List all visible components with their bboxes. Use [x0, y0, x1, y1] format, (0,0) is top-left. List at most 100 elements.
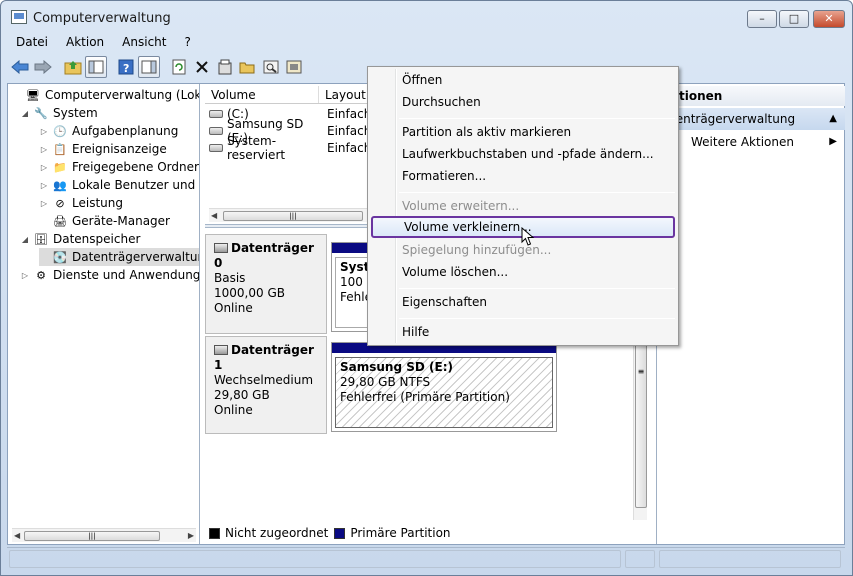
- actions-section-header[interactable]: tenträgerverwaltung ▲: [657, 108, 845, 130]
- tree-twisty[interactable]: ▷: [39, 181, 49, 190]
- partition-size: 29,80 GB NTFS: [340, 375, 431, 389]
- menu-item-formatieren[interactable]: Formatieren...: [371, 165, 675, 187]
- computer-management-icon: [11, 10, 27, 24]
- tree-item-geraete-manager[interactable]: 🖨 Geräte-Manager: [39, 212, 170, 230]
- menu-item-eigenschaften[interactable]: Eigenschaften: [371, 291, 675, 313]
- status-bar: [7, 547, 845, 569]
- tree-twisty[interactable]: ◢: [20, 235, 30, 244]
- tree-item-datenspeicher[interactable]: ◢ 🗄 Datenspeicher: [20, 230, 140, 248]
- collapse-up-icon[interactable]: ▲: [829, 108, 837, 130]
- disk-1-partition[interactable]: Samsung SD (E:) 29,80 GB NTFS Fehlerfrei…: [331, 342, 557, 432]
- column-header-volume[interactable]: Volume: [205, 86, 319, 103]
- menu-datei[interactable]: Datei: [7, 33, 57, 53]
- scrollbar-thumb[interactable]: |||: [223, 211, 363, 221]
- legend-label: Primäre Partition: [350, 526, 451, 540]
- menu-item-volume-loeschen[interactable]: Volume löschen...: [371, 261, 675, 283]
- tree-twisty[interactable]: ▷: [39, 163, 49, 172]
- delete-icon[interactable]: [191, 56, 213, 78]
- toolbar: ?: [9, 55, 306, 79]
- actions-section-label: tenträgerverwaltung: [671, 112, 796, 126]
- forward-arrow-icon[interactable]: [32, 56, 54, 78]
- tree-item-computerverwaltung[interactable]: 🖥 Computerverwaltung (Lokal): [12, 86, 199, 104]
- status-segment: [659, 550, 841, 568]
- tree-twisty[interactable]: ◢: [20, 109, 30, 118]
- menu-item-laufwerkbuchstaben[interactable]: Laufwerkbuchstaben und -pfade ändern...: [371, 143, 675, 165]
- menu-item-durchsuchen[interactable]: Durchsuchen: [371, 91, 675, 113]
- search-icon[interactable]: [260, 56, 282, 78]
- window-title: Computerverwaltung: [33, 11, 171, 26]
- partition-status: Fehlerfrei (Primäre Partition): [340, 390, 510, 404]
- tree-item-datentraegerverwaltung[interactable]: 💽 Datenträgerverwaltung: [39, 248, 200, 266]
- scroll-right-icon[interactable]: ▶: [188, 529, 194, 543]
- tree-item-label: Datenspeicher: [53, 232, 141, 246]
- menu-item-hilfe[interactable]: Hilfe: [371, 321, 675, 343]
- tree-item-label: Datenträgerverwaltung: [72, 250, 200, 264]
- computer-icon: 🖥: [26, 88, 40, 102]
- partition-details: Samsung SD (E:) 29,80 GB NTFS Fehlerfrei…: [335, 357, 553, 428]
- status-segment: [9, 550, 621, 568]
- disk-0-label[interactable]: Datenträger 0 Basis 1000,00 GB Online: [205, 234, 327, 334]
- tree-item-aufgabenplanung[interactable]: ▷ 🕒 Aufgabenplanung: [39, 122, 178, 140]
- tree-horizontal-scrollbar[interactable]: ◀ ||| ▶: [12, 528, 196, 542]
- back-arrow-icon[interactable]: [9, 56, 31, 78]
- toolbar-separator: [108, 56, 114, 78]
- menu-help[interactable]: ?: [175, 33, 199, 53]
- tree-item-label: Freigegebene Ordner: [72, 160, 199, 174]
- menu-separator: [399, 118, 675, 119]
- partition-name: Samsung SD (E:): [340, 360, 453, 374]
- help-icon[interactable]: ?: [115, 56, 137, 78]
- context-menu: Öffnen Durchsuchen Partition als aktiv m…: [367, 66, 679, 346]
- scroll-left-icon[interactable]: ◀: [211, 209, 217, 223]
- properties-icon[interactable]: [214, 56, 236, 78]
- legend-swatch-primary: [334, 527, 346, 539]
- disk-properties-icon[interactable]: [283, 56, 305, 78]
- minimize-button[interactable]: –: [747, 10, 777, 28]
- open-folder-icon[interactable]: [237, 56, 259, 78]
- tree-item-dienste-und-anwendungen[interactable]: ▷ ⚙ Dienste und Anwendungen: [20, 266, 199, 284]
- scrollbar-thumb[interactable]: |||: [24, 531, 160, 541]
- menu-item-oeffnen[interactable]: Öffnen: [371, 69, 675, 91]
- chevron-right-icon: ▶: [829, 136, 837, 147]
- tree-item-system[interactable]: ◢ 🔧 System: [20, 104, 98, 122]
- navigation-tree: 🖥 Computerverwaltung (Lokal) ◢ 🔧 System …: [8, 84, 200, 544]
- scroll-left-icon[interactable]: ◀: [14, 529, 20, 543]
- tree-twisty[interactable]: ▷: [39, 127, 49, 136]
- menu-separator: [399, 288, 675, 289]
- tree-item-label: Aufgabenplanung: [72, 124, 179, 138]
- disk-name: Datenträger 1: [214, 343, 314, 372]
- tree-item-freigegebene-ordner[interactable]: ▷ 📁 Freigegebene Ordner: [39, 158, 199, 176]
- show-hide-tree-icon[interactable]: [85, 56, 107, 78]
- disk-status: Online: [214, 403, 253, 417]
- tree-twisty[interactable]: ▷: [20, 271, 30, 280]
- volume-row[interactable]: System-reserviert Einfach: [205, 134, 372, 162]
- tree-twisty[interactable]: ▷: [39, 199, 49, 208]
- menu-ansicht[interactable]: Ansicht: [113, 33, 175, 53]
- tree-item-label: System: [53, 106, 98, 120]
- drive-icon: [209, 109, 223, 118]
- volume-list-horizontal-scrollbar[interactable]: ◀ |||: [209, 208, 369, 222]
- menu-aktion[interactable]: Aktion: [57, 33, 113, 53]
- refresh-icon[interactable]: [168, 56, 190, 78]
- device-manager-icon: 🖨: [53, 214, 67, 228]
- show-hide-action-pane-icon[interactable]: [138, 56, 160, 78]
- tree-twisty[interactable]: ▷: [39, 145, 49, 154]
- disk-size: 1000,00 GB: [214, 286, 285, 300]
- tree-item-leistung[interactable]: ▷ ⊘ Leistung: [39, 194, 123, 212]
- more-actions-item[interactable]: Weitere Aktionen ▶: [657, 132, 845, 152]
- up-folder-icon[interactable]: [62, 56, 84, 78]
- menu-bar: Datei Aktion Ansicht ?: [7, 33, 200, 53]
- disk-status: Online: [214, 301, 253, 315]
- actions-pane: tionen tenträgerverwaltung ▲ Weitere Akt…: [656, 84, 845, 544]
- volume-name: System-reserviert: [227, 133, 286, 162]
- menu-item-partition-aktiv[interactable]: Partition als aktiv markieren: [371, 121, 675, 143]
- tree-item-ereignisanzeige[interactable]: ▷ 📋 Ereignisanzeige: [39, 140, 167, 158]
- volume-layout: Einfach: [327, 140, 372, 155]
- maximize-button[interactable]: □: [779, 10, 809, 28]
- close-button[interactable]: ✕: [813, 10, 845, 28]
- tree-item-lokale-benutzer[interactable]: ▷ 👥 Lokale Benutzer und Gruppen: [39, 176, 199, 194]
- volume-layout: Einfach: [327, 123, 372, 138]
- disk-1-label[interactable]: Datenträger 1 Wechselmedium 29,80 GB Onl…: [205, 336, 327, 434]
- menu-separator: [399, 192, 675, 193]
- tree-item-label: Lokale Benutzer und Gruppen: [72, 178, 199, 192]
- disk-icon: [214, 345, 228, 355]
